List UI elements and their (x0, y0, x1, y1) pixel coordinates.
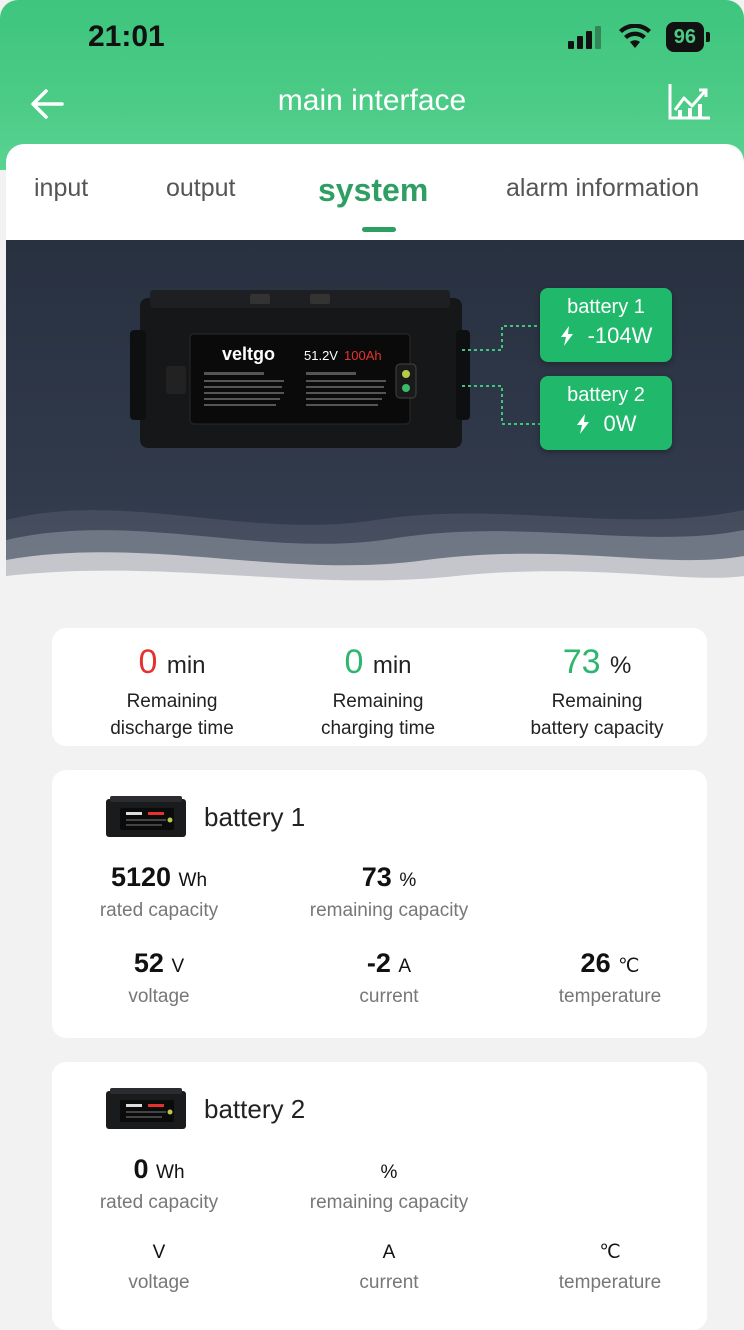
battery-capacity-value: 73 (562, 643, 601, 681)
temperature-unit: ℃ (599, 1242, 621, 1263)
system-hero: veltgo 51.2V 100Ah battery 1 -104W batte… (6, 240, 744, 600)
voltage-unit: V (171, 956, 185, 977)
battery-1-power: -104W (587, 323, 653, 348)
summary-card: 0 min Remaining discharge time 0 min Rema… (52, 628, 707, 746)
battery-level-indicator: 96 (665, 22, 711, 52)
battery-capacity-label-2: battery capacity (530, 718, 664, 739)
battery-thumbnail-icon (106, 1088, 186, 1129)
discharge-time-unit: min (166, 652, 206, 679)
page-title: main interface (277, 84, 467, 117)
current-metric: A current (274, 1234, 504, 1294)
active-tab-indicator (362, 227, 396, 232)
battery-2-power-tag[interactable]: battery 2 0W (540, 376, 672, 450)
rated-capacity-label: rated capacity (99, 1192, 219, 1213)
battery-product-image: veltgo 51.2V 100Ah (130, 290, 470, 448)
voltage-unit: V (152, 1242, 166, 1263)
product-brand: veltgo (222, 344, 275, 364)
rated-capacity-unit: Wh (156, 1162, 185, 1183)
temperature-label: temperature (558, 986, 662, 1007)
decorative-wave (6, 510, 744, 600)
remaining-capacity-metric: 73 % remaining capacity (274, 862, 504, 922)
charging-time-label-2: charging time (320, 718, 436, 739)
voltage-label: voltage (128, 1272, 190, 1293)
battery-capacity-label-1: Remaining (551, 691, 643, 712)
wifi-icon (618, 24, 651, 48)
current-label: current (359, 986, 419, 1007)
charging-time-label-1: Remaining (332, 691, 424, 712)
temperature-unit: ℃ (618, 956, 640, 977)
voltage-metric: 52 V voltage (44, 948, 274, 1008)
temperature-metric: 26 ℃ temperature (495, 948, 725, 1008)
status-time: 21:01 (88, 20, 165, 53)
tab-alarm-information[interactable]: alarm information (506, 174, 699, 203)
rated-capacity-metric: 5120 Wh rated capacity (44, 862, 274, 922)
temperature-label: temperature (558, 1272, 662, 1293)
battery-2-tag-name: battery 2 (567, 384, 645, 406)
rated-capacity-value: 5120 (110, 862, 172, 892)
charging-time-value: 0 (344, 643, 364, 681)
battery-1-card[interactable]: battery 1 5120 Wh rated capacity 73 % re… (52, 770, 707, 1038)
tab-bar: input output system alarm information (6, 144, 744, 240)
temperature-metric: ℃ temperature (495, 1234, 725, 1294)
remaining-capacity-label: remaining capacity (309, 900, 469, 921)
signal-icon (567, 26, 601, 49)
battery-2-name: battery 2 (204, 1094, 306, 1124)
product-voltage: 51.2V (304, 348, 338, 363)
current-label: current (359, 1272, 419, 1293)
tab-system[interactable]: system (318, 172, 428, 209)
current-value: -2 (366, 948, 391, 978)
tab-input[interactable]: input (34, 174, 88, 203)
rated-capacity-unit: Wh (178, 870, 208, 891)
rated-capacity-label: rated capacity (99, 900, 219, 921)
remaining-capacity-metric: % remaining capacity (274, 1154, 504, 1214)
temperature-value: 26 (580, 948, 611, 978)
battery-capacity-unit: % (609, 652, 632, 679)
discharge-time-label-2: discharge time (110, 718, 234, 739)
discharge-time-stat: 0 min Remaining discharge time (72, 644, 272, 742)
current-unit: A (398, 956, 412, 977)
chart-icon[interactable] (666, 80, 714, 124)
current-metric: -2 A current (274, 948, 504, 1008)
battery-1-tag-name: battery 1 (567, 296, 645, 318)
rated-capacity-value: 0 (133, 1154, 149, 1184)
battery-1-power-tag[interactable]: battery 1 -104W (540, 288, 672, 362)
product-capacity: 100Ah (344, 348, 382, 363)
lightning-icon (560, 326, 573, 346)
voltage-label: voltage (128, 986, 190, 1007)
remaining-capacity-unit: % (380, 1162, 398, 1183)
charging-time-stat: 0 min Remaining charging time (278, 644, 478, 742)
battery-2-card[interactable]: battery 2 0 Wh rated capacity % remainin… (52, 1062, 707, 1330)
remaining-capacity-label: remaining capacity (309, 1192, 469, 1213)
charging-time-unit: min (372, 652, 412, 679)
remaining-capacity-value: 73 (361, 862, 392, 892)
battery-1-connector (462, 325, 542, 351)
voltage-value: 52 (133, 948, 164, 978)
tab-output[interactable]: output (166, 174, 236, 203)
lightning-icon (576, 414, 589, 434)
discharge-time-value: 0 (138, 643, 158, 681)
remaining-capacity-unit: % (399, 870, 417, 891)
rated-capacity-metric: 0 Wh rated capacity (44, 1154, 274, 1214)
battery-1-name: battery 1 (204, 802, 306, 832)
current-unit: A (382, 1242, 396, 1263)
battery-2-connector (462, 385, 542, 425)
voltage-metric: V voltage (44, 1234, 274, 1294)
discharge-time-label-1: Remaining (126, 691, 218, 712)
status-icons: 96 (567, 22, 711, 52)
battery-2-power: 0W (603, 411, 637, 436)
battery-thumbnail-icon (106, 796, 186, 837)
battery-capacity-stat: 73 % Remaining battery capacity (492, 644, 702, 742)
